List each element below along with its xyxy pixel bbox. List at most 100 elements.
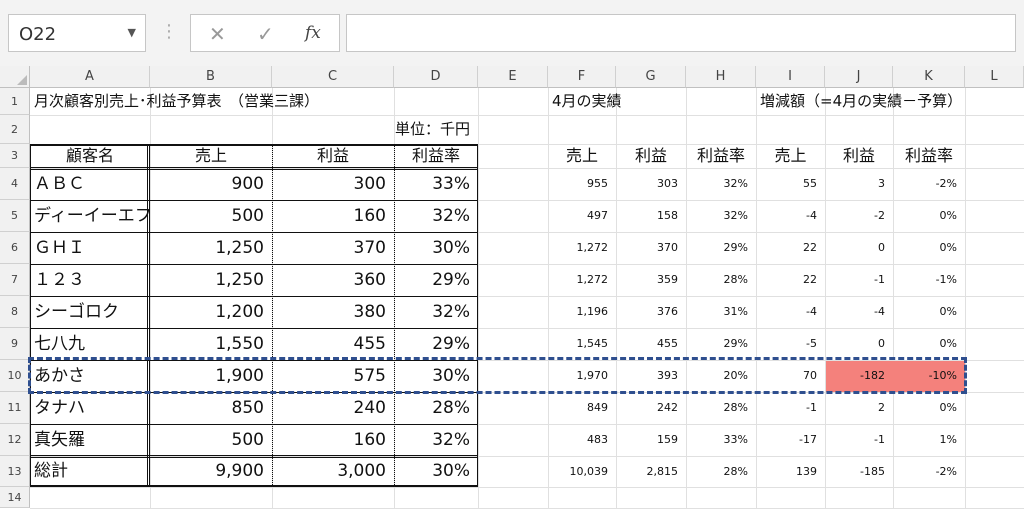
- diff-sales[interactable]: -17: [756, 424, 825, 456]
- budget-profit[interactable]: 300: [272, 168, 394, 200]
- diff-profit[interactable]: 0: [825, 328, 893, 360]
- diff-profit[interactable]: -185: [825, 456, 893, 487]
- budget-rate[interactable]: 32%: [394, 424, 478, 456]
- budget-sales[interactable]: 850: [150, 392, 272, 424]
- row-header-7[interactable]: 7: [0, 264, 30, 296]
- actual-sales[interactable]: 955: [548, 168, 616, 200]
- header-budget-3[interactable]: 利益率: [394, 144, 478, 168]
- budget-profit[interactable]: 240: [272, 392, 394, 424]
- cancel-icon[interactable]: ✕: [209, 22, 226, 46]
- sheet-title[interactable]: 月次顧客別売上･利益予算表 （営業三課）: [30, 88, 478, 115]
- row-header-11[interactable]: 11: [0, 392, 30, 424]
- column-header-b[interactable]: B: [150, 66, 272, 88]
- header-budget-0[interactable]: 顧客名: [30, 144, 150, 168]
- actual-sales[interactable]: 1,545: [548, 328, 616, 360]
- budget-profit[interactable]: 380: [272, 296, 394, 328]
- actual-profit[interactable]: 303: [616, 168, 686, 200]
- customer-name[interactable]: シーゴロク: [30, 296, 150, 328]
- column-header-a[interactable]: A: [30, 66, 150, 88]
- diff-sales[interactable]: 22: [756, 232, 825, 264]
- budget-rate[interactable]: 30%: [394, 456, 478, 487]
- actual-sales[interactable]: 483: [548, 424, 616, 456]
- column-header-h[interactable]: H: [686, 66, 756, 88]
- budget-profit[interactable]: 370: [272, 232, 394, 264]
- column-header-d[interactable]: D: [394, 66, 478, 88]
- diff-sales[interactable]: -5: [756, 328, 825, 360]
- budget-sales[interactable]: 1,250: [150, 232, 272, 264]
- header-diff-0[interactable]: 売上: [756, 144, 825, 168]
- diff-rate[interactable]: 0%: [893, 328, 965, 360]
- customer-name[interactable]: １２３: [30, 264, 150, 296]
- row-header-13[interactable]: 13: [0, 456, 30, 487]
- actual-profit[interactable]: 158: [616, 200, 686, 232]
- budget-rate[interactable]: 28%: [394, 392, 478, 424]
- budget-profit[interactable]: 160: [272, 424, 394, 456]
- actual-sales[interactable]: 849: [548, 392, 616, 424]
- diff-sales[interactable]: -4: [756, 200, 825, 232]
- budget-rate[interactable]: 32%: [394, 200, 478, 232]
- diff-rate[interactable]: -2%: [893, 456, 965, 487]
- row-header-1[interactable]: 1: [0, 88, 30, 115]
- budget-rate[interactable]: 30%: [394, 232, 478, 264]
- row-header-6[interactable]: 6: [0, 232, 30, 264]
- actual-rate[interactable]: 29%: [686, 328, 756, 360]
- actual-profit[interactable]: 242: [616, 392, 686, 424]
- budget-rate[interactable]: 32%: [394, 296, 478, 328]
- header-budget-2[interactable]: 利益: [272, 144, 394, 168]
- unit-label[interactable]: 単位：千円: [272, 115, 478, 144]
- customer-name[interactable]: ディーイーエフ: [30, 200, 152, 232]
- customer-name[interactable]: ＧＨＩ: [30, 232, 150, 264]
- budget-sales[interactable]: 500: [150, 200, 272, 232]
- header-diff-2[interactable]: 利益率: [893, 144, 965, 168]
- diff-rate[interactable]: 1%: [893, 424, 965, 456]
- diff-rate[interactable]: 0%: [893, 392, 965, 424]
- budget-sales[interactable]: 900: [150, 168, 272, 200]
- select-all-corner[interactable]: [0, 66, 30, 88]
- diff-sales[interactable]: 22: [756, 264, 825, 296]
- actual-rate[interactable]: 28%: [686, 264, 756, 296]
- diff-rate[interactable]: -1%: [893, 264, 965, 296]
- budget-profit[interactable]: 455: [272, 328, 394, 360]
- diff-profit[interactable]: -1: [825, 264, 893, 296]
- diff-rate[interactable]: -2%: [893, 168, 965, 200]
- actual-rate[interactable]: 29%: [686, 232, 756, 264]
- chevron-down-icon[interactable]: ▼: [128, 26, 136, 39]
- actual-profit[interactable]: 159: [616, 424, 686, 456]
- budget-profit[interactable]: 3,000: [272, 456, 394, 487]
- row-header-10[interactable]: 10: [0, 360, 30, 392]
- diff-profit[interactable]: -2: [825, 200, 893, 232]
- column-header-g[interactable]: G: [616, 66, 686, 88]
- actual-rate[interactable]: 28%: [686, 456, 756, 487]
- actual-profit[interactable]: 455: [616, 328, 686, 360]
- actual-profit[interactable]: 376: [616, 296, 686, 328]
- diff-rate[interactable]: 0%: [893, 232, 965, 264]
- customer-name[interactable]: 総計: [30, 456, 150, 487]
- budget-sales[interactable]: 1,250: [150, 264, 272, 296]
- actual-rate[interactable]: 31%: [686, 296, 756, 328]
- customer-name[interactable]: ＡＢＣ: [30, 168, 150, 200]
- row-header-2[interactable]: 2: [0, 115, 30, 144]
- column-header-l[interactable]: L: [965, 66, 1024, 88]
- actual-rate[interactable]: 33%: [686, 424, 756, 456]
- header-actual-1[interactable]: 利益: [616, 144, 686, 168]
- row-header-3[interactable]: 3: [0, 144, 30, 168]
- actual-sales[interactable]: 1,272: [548, 264, 616, 296]
- enter-icon[interactable]: ✓: [257, 22, 274, 46]
- diff-sales[interactable]: -1: [756, 392, 825, 424]
- actual-profit[interactable]: 359: [616, 264, 686, 296]
- row-header-14[interactable]: 14: [0, 487, 30, 508]
- row-header-4[interactable]: 4: [0, 168, 30, 200]
- actual-sales[interactable]: 1,272: [548, 232, 616, 264]
- budget-rate[interactable]: 33%: [394, 168, 478, 200]
- header-budget-1[interactable]: 売上: [150, 144, 272, 168]
- customer-name[interactable]: タナハ: [30, 392, 150, 424]
- row-header-5[interactable]: 5: [0, 200, 30, 232]
- diff-profit[interactable]: 3: [825, 168, 893, 200]
- actual-profit[interactable]: 370: [616, 232, 686, 264]
- actual-rate[interactable]: 32%: [686, 200, 756, 232]
- formula-input[interactable]: [346, 14, 1016, 52]
- row-header-12[interactable]: 12: [0, 424, 30, 456]
- insert-function-icon[interactable]: fx: [305, 23, 321, 43]
- budget-sales[interactable]: 1,200: [150, 296, 272, 328]
- diff-profit[interactable]: 2: [825, 392, 893, 424]
